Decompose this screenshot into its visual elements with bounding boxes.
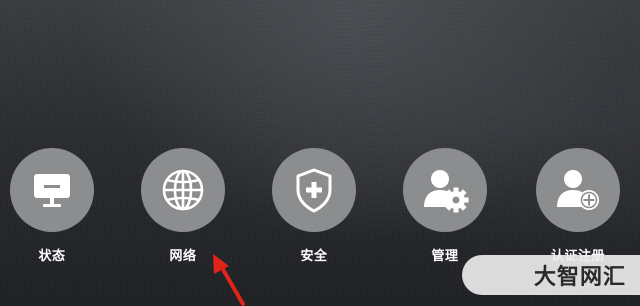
management-icon-circle [403, 148, 487, 232]
menu-item-management[interactable]: 管理 [385, 148, 505, 268]
watermark-badge: 大智网汇 [462, 255, 640, 295]
red-arrow-annotation [213, 254, 245, 306]
menu-item-auth-register[interactable]: 认证注册 [518, 148, 638, 268]
security-icon-circle [272, 148, 356, 232]
menu-item-network[interactable]: 网络 [123, 148, 243, 268]
monitor-icon [34, 174, 70, 207]
watermark-text: 大智网汇 [533, 265, 626, 290]
network-icon-circle [141, 148, 225, 232]
status-icon-circle [10, 148, 94, 232]
menu-item-status[interactable]: 状态 [0, 148, 112, 268]
auth-register-icon-circle [536, 148, 620, 232]
menu-label-security: 安全 [300, 249, 328, 264]
menu-item-security[interactable]: 安全 [254, 148, 374, 268]
menu-label-status: 状态 [38, 249, 66, 264]
user-gear-icon [424, 170, 469, 213]
globe-icon [162, 169, 204, 211]
shield-plus-icon [296, 168, 332, 213]
user-add-icon [557, 170, 599, 210]
